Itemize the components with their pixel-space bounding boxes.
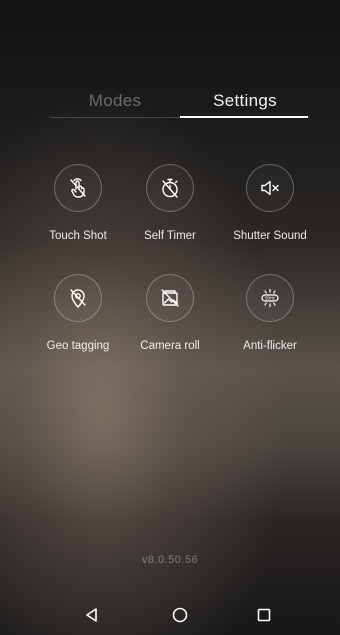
touch-shot-button[interactable]: [54, 164, 102, 212]
shutter-sound-button[interactable]: [246, 164, 294, 212]
camera-roll-toggle[interactable]: Camera roll: [120, 274, 220, 352]
self-timer-button[interactable]: [146, 164, 194, 212]
touch-shot-toggle[interactable]: Touch Shot: [28, 164, 128, 242]
mode-settings-tabs: Modes Settings: [50, 86, 310, 118]
home-circle-icon: [172, 607, 188, 623]
self-timer-label: Self Timer: [144, 230, 196, 242]
touch-shot-label: Touch Shot: [49, 230, 107, 242]
tab-modes[interactable]: Modes: [50, 86, 180, 116]
anti-flicker-label: Anti-flicker: [243, 340, 297, 352]
anti-flicker-toggle[interactable]: 50Hz Anti-flicker: [220, 274, 320, 352]
geo-tagging-off-icon: [70, 289, 86, 308]
geo-tagging-label: Geo tagging: [46, 340, 110, 352]
self-timer-toggle[interactable]: Self Timer: [120, 164, 220, 242]
touch-shot-off-icon: [70, 178, 86, 198]
shutter-sound-label: Shutter Sound: [233, 230, 307, 242]
nav-back-button[interactable]: [72, 601, 112, 629]
camera-roll-label: Camera roll: [140, 340, 200, 352]
android-nav-bar: [0, 595, 340, 635]
nav-recent-apps-button[interactable]: [244, 601, 284, 629]
shutter-sound-muted-icon: [261, 180, 279, 196]
anti-flicker-frequency-text: 50Hz: [265, 295, 275, 300]
self-timer-off-icon: [162, 178, 178, 198]
anti-flicker-button[interactable]: 50Hz: [246, 274, 294, 322]
camera-roll-off-icon: [161, 289, 179, 307]
shutter-sound-toggle[interactable]: Shutter Sound: [220, 164, 320, 242]
active-tab-indicator: [180, 116, 308, 118]
camera-roll-button[interactable]: [146, 274, 194, 322]
nav-home-button[interactable]: [160, 601, 200, 629]
geo-tagging-button[interactable]: [54, 274, 102, 322]
tab-settings[interactable]: Settings: [180, 86, 310, 116]
anti-flicker-icon: 50Hz: [261, 288, 279, 308]
geo-tagging-toggle[interactable]: Geo tagging: [28, 274, 128, 352]
back-triangle-icon: [86, 608, 97, 622]
app-version: v8.0.50.56: [141, 554, 199, 566]
recent-apps-square-icon: [257, 608, 271, 622]
